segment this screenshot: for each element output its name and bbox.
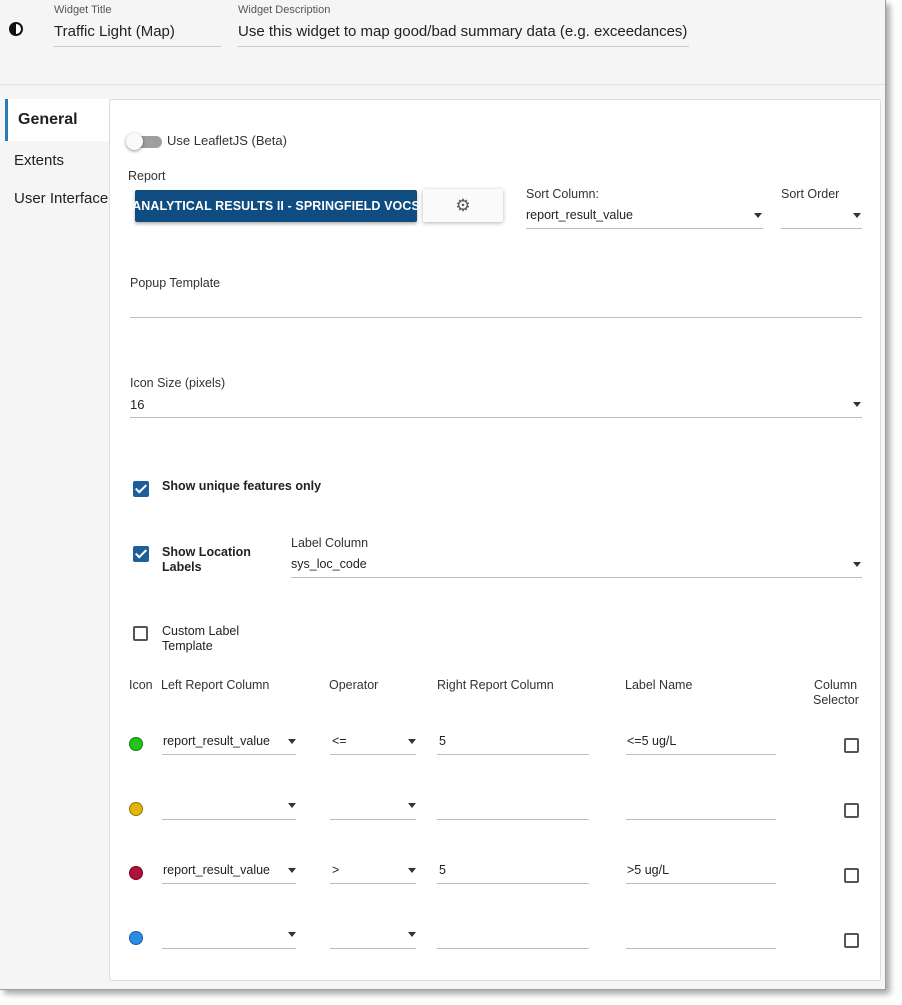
widget-description-field[interactable]: Widget Description Use this widget to ma… [238,4,689,48]
rule-3-label-underline [626,883,776,884]
rule-3-right-underline [437,883,589,884]
settings-tabs: General Extents User Interface [5,99,109,217]
leaflet-toggle-knob[interactable] [126,133,143,150]
widget-title-underline [54,46,221,47]
widget-description-input[interactable]: Use this widget to map good/bad summary … [238,23,689,40]
rule-2-yellow-icon[interactable] [129,802,143,816]
rule-1-green-icon[interactable] [129,737,143,751]
widget-description-underline [238,46,689,47]
sort-column-label: Sort Column: [526,187,599,201]
header-label-name: Label Name [625,678,693,692]
rule-4-left-chevron-down-icon[interactable] [288,932,296,937]
widget-title-field[interactable]: Widget Title Traffic Light (Map) [54,4,221,48]
sort-column-chevron-down-icon[interactable] [754,213,762,218]
icon-size-label: Icon Size (pixels) [130,376,226,390]
show-location-labels-label-line2: Labels [162,560,202,574]
rule-1-operator-chevron-down-icon[interactable] [408,739,416,744]
show-unique-label: Show unique features only [162,479,322,493]
header-column-selector-line2: Selector [813,693,859,707]
rule-4-operator-underline [330,948,416,949]
custom-label-template-label-line2: Template [162,639,213,653]
label-column-underline [291,577,862,578]
tab-general[interactable]: General [5,99,109,141]
show-location-labels-label-line1: Show Location [162,545,251,559]
widget-editor-window: Widget Title Traffic Light (Map) Widget … [0,0,886,990]
rule-3-operator-underline [330,883,416,884]
rule-4-left-underline [162,948,296,949]
rule-1-label-name-input[interactable]: <=5 ug/L [627,734,676,748]
rule-3-operator-select[interactable]: > [332,863,339,877]
gear-icon: ⚙ [455,195,471,215]
rule-2-operator-chevron-down-icon[interactable] [408,803,416,808]
contrast-icon [9,22,23,36]
icon-size-chevron-down-icon[interactable] [853,402,861,407]
rule-4-right-underline [437,948,589,949]
rule-2-operator-underline [330,819,416,820]
rule-3-red-icon[interactable] [129,866,143,880]
sort-order-label: Sort Order [781,187,840,201]
header-icon: Icon [129,678,153,692]
widget-description-label: Widget Description [238,4,331,16]
label-column-label: Label Column [291,536,369,550]
rule-1-operator-underline [330,754,416,755]
rule-4-column-selector-checkbox[interactable] [844,933,859,948]
rule-4-blue-icon[interactable] [129,931,143,945]
rule-1-right-column-input[interactable]: 5 [439,734,446,748]
popup-template-input[interactable] [130,296,862,314]
icon-size-select[interactable]: 16 [130,397,144,412]
header-operator: Operator [329,678,379,692]
rule-2-column-selector-checkbox[interactable] [844,803,859,818]
rule-2-left-chevron-down-icon[interactable] [288,803,296,808]
rule-3-right-column-input[interactable]: 5 [439,863,446,877]
rule-4-operator-chevron-down-icon[interactable] [408,932,416,937]
rule-1-label-underline [626,754,776,755]
rule-1-right-underline [437,754,589,755]
show-location-labels-checkbox[interactable] [133,546,149,562]
rule-1-column-selector-checkbox[interactable] [844,738,859,753]
rule-4-label-underline [626,948,776,949]
label-column-chevron-down-icon[interactable] [853,562,861,567]
report-settings-button[interactable]: ⚙ [423,189,503,222]
rule-3-label-name-input[interactable]: >5 ug/L [627,863,669,877]
header-left-report-column: Left Report Column [161,678,270,692]
show-unique-checkbox[interactable] [133,481,149,497]
popup-template-underline [130,317,862,318]
rule-3-column-selector-checkbox[interactable] [844,868,859,883]
general-settings-panel: Use LeafletJS (Beta) Report ANALYTICAL R… [109,99,881,981]
rule-2-left-underline [162,819,296,820]
rule-2-label-underline [626,819,776,820]
label-column-select[interactable]: sys_loc_code [291,557,367,571]
report-select-button[interactable]: ANALYTICAL RESULTS II - SPRINGFIELD VOCS [132,190,420,222]
rule-1-left-chevron-down-icon[interactable] [288,739,296,744]
rule-3-operator-chevron-down-icon[interactable] [408,868,416,873]
header-right-report-column: Right Report Column [437,678,554,692]
sort-column-select[interactable]: report_result_value [526,208,633,222]
rule-1-left-underline [162,754,296,755]
rule-3-left-chevron-down-icon[interactable] [288,868,296,873]
sort-order-chevron-down-icon[interactable] [853,213,861,218]
sort-column-underline [526,228,763,229]
sort-order-underline [781,228,862,229]
tab-extents[interactable]: Extents [5,141,109,179]
rule-3-left-column-select[interactable]: report_result_value [163,863,270,877]
popup-template-label: Popup Template [130,276,221,290]
header-column-selector-line1: Column [814,678,858,692]
report-label: Report [128,169,166,183]
rule-1-left-column-select[interactable]: report_result_value [163,734,270,748]
leaflet-toggle-label: Use LeafletJS (Beta) [167,133,287,148]
custom-label-template-label-line1: Custom Label [162,624,240,638]
rule-1-operator-select[interactable]: <= [332,734,347,748]
rule-2-right-underline [437,819,589,820]
widget-header: Widget Title Traffic Light (Map) Widget … [0,0,885,85]
icon-size-underline [130,417,862,418]
rule-3-left-underline [162,883,296,884]
tab-user-interface[interactable]: User Interface [5,179,109,217]
custom-label-template-checkbox[interactable] [133,626,148,641]
widget-title-label: Widget Title [54,4,112,16]
widget-title-input[interactable]: Traffic Light (Map) [54,23,221,40]
